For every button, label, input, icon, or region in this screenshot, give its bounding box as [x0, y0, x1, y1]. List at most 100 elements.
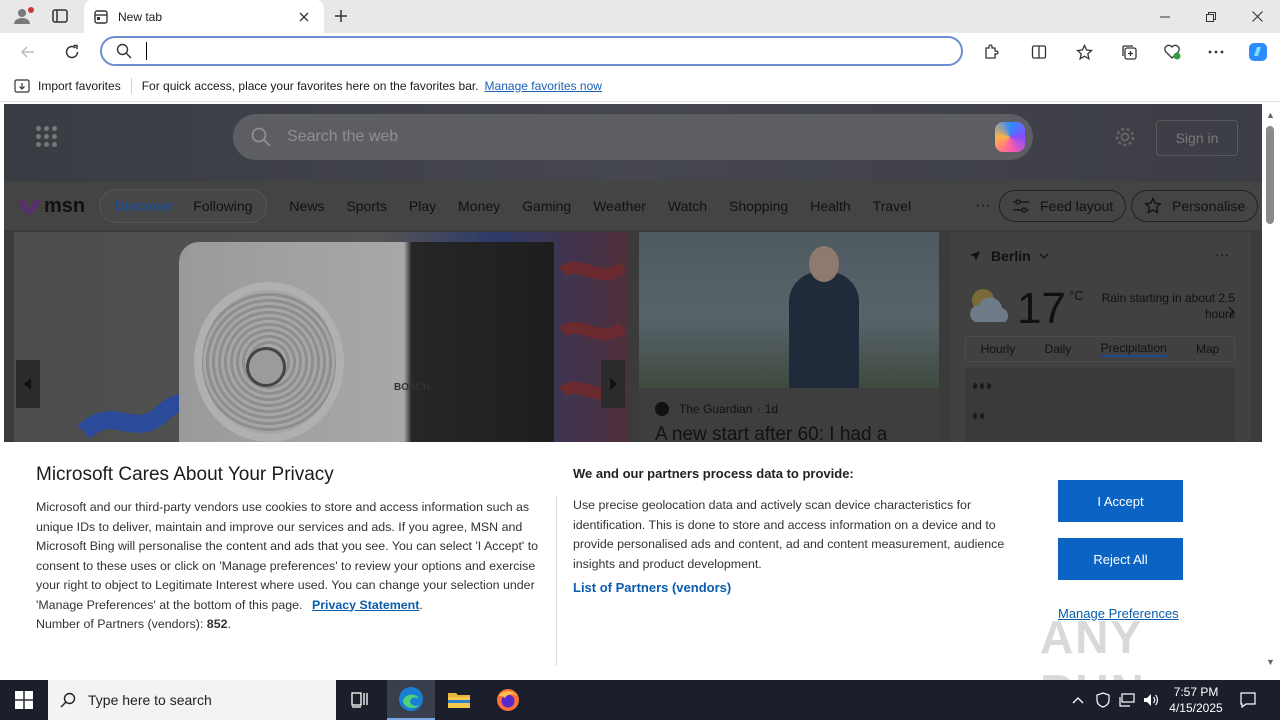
task-view-icon — [351, 692, 368, 708]
taskbar-clock[interactable]: 7:57 PM 4/15/2025 — [1164, 684, 1228, 716]
nav-news[interactable]: News — [289, 198, 324, 214]
msn-logo-text: msn — [44, 194, 86, 217]
hero-carousel-card[interactable]: BOSCH — [14, 232, 627, 452]
settings-more-button[interactable] — [1203, 39, 1229, 65]
page-scrollbar[interactable]: ▲ ▼ — [1262, 104, 1280, 676]
favorites-separator — [130, 77, 132, 94]
nav-shopping[interactable]: Shopping — [729, 198, 788, 214]
weather-temperature: 17 — [1017, 284, 1066, 333]
notification-center-button[interactable] — [1238, 690, 1258, 710]
task-view-button[interactable] — [336, 680, 384, 720]
weather-tab-map[interactable]: Map — [1196, 342, 1219, 356]
taskbar-edge[interactable] — [387, 680, 435, 720]
tray-volume[interactable] — [1141, 690, 1161, 710]
tab-discover[interactable]: Discover — [104, 198, 183, 214]
favorites-button[interactable] — [1071, 39, 1097, 65]
chevron-down-icon — [1039, 253, 1049, 259]
split-screen-button[interactable] — [1026, 39, 1052, 65]
feed-layout-button[interactable]: Feed layout — [999, 190, 1127, 222]
carousel-next-button[interactable] — [601, 360, 625, 408]
nav-play[interactable]: Play — [409, 198, 436, 214]
address-bar[interactable] — [100, 36, 963, 66]
tab-actions-icon — [52, 9, 68, 23]
tab-actions-button[interactable] — [48, 6, 72, 26]
web-search-box[interactable]: Search the web — [233, 114, 1033, 160]
carousel-prev-button[interactable] — [16, 360, 40, 408]
scroll-down-arrow-icon[interactable]: ▼ — [1266, 657, 1275, 667]
reject-all-button[interactable]: Reject All — [1058, 538, 1183, 580]
weather-more-button[interactable]: ··· — [1215, 246, 1229, 262]
consent-purposes: Use precise geolocation data and activel… — [573, 498, 1005, 571]
nav-weather[interactable]: Weather — [593, 198, 646, 214]
collections-button[interactable] — [1116, 39, 1142, 65]
privacy-statement-link[interactable]: Privacy Statement — [312, 598, 419, 612]
partners-count: 852 — [206, 617, 228, 631]
scroll-up-arrow-icon[interactable]: ▲ — [1266, 110, 1275, 120]
accept-button[interactable]: I Accept — [1058, 480, 1183, 522]
weather-tab-hourly[interactable]: Hourly — [981, 342, 1016, 356]
close-tab-button[interactable] — [294, 7, 314, 27]
chevron-up-icon — [1072, 697, 1084, 704]
split-screen-icon — [1031, 45, 1047, 59]
refresh-button[interactable] — [59, 39, 85, 65]
chevron-right-icon — [610, 378, 617, 390]
minimize-icon — [1160, 16, 1170, 17]
news-source-name: The Guardian — [679, 402, 753, 416]
puzzle-icon — [985, 44, 999, 59]
weather-location[interactable]: Berlin — [969, 248, 1049, 264]
copilot-icon[interactable] — [995, 122, 1025, 152]
taskbar-firefox[interactable] — [484, 680, 532, 720]
chevron-left-icon — [24, 378, 31, 390]
news-source: The Guardian · 1d — [655, 402, 939, 416]
chevron-right-icon[interactable] — [1228, 306, 1235, 318]
taskbar-search[interactable]: Type here to search — [48, 680, 336, 720]
clock-date: 4/15/2025 — [1169, 701, 1223, 715]
extensions-button[interactable] — [978, 39, 1004, 65]
address-input[interactable] — [159, 43, 939, 59]
nav-more-button[interactable]: ··· — [975, 197, 991, 215]
personalise-button[interactable]: Personalise — [1131, 190, 1259, 222]
new-tab-button[interactable] — [330, 5, 352, 27]
network-icon — [1119, 693, 1135, 707]
tray-security[interactable] — [1093, 690, 1113, 710]
import-favorites-button[interactable]: Import favorites — [14, 79, 121, 93]
tab-following[interactable]: Following — [183, 198, 262, 214]
close-window-button[interactable] — [1234, 0, 1280, 33]
tray-network[interactable] — [1117, 690, 1137, 710]
close-icon — [1251, 11, 1263, 22]
nav-health[interactable]: Health — [810, 198, 850, 214]
guardian-logo-icon — [655, 402, 669, 416]
nav-sports[interactable]: Sports — [346, 198, 386, 214]
profile-button[interactable] — [8, 4, 36, 28]
back-button[interactable] — [15, 39, 41, 65]
consent-body: Microsoft and our third-party vendors us… — [36, 500, 539, 631]
news-card[interactable]: The Guardian · 1d A new start after 60: … — [639, 232, 939, 452]
consent-subtitle: We and our partners process data to prov… — [573, 466, 854, 481]
collections-icon — [1121, 44, 1137, 60]
partners-list-link[interactable]: List of Partners (vendors) — [573, 580, 731, 595]
browser-essentials-button[interactable] — [1159, 39, 1185, 65]
weather-card[interactable]: Berlin ··· 17 °C Rain starting in about … — [951, 232, 1251, 452]
apps-launcher-icon[interactable] — [36, 126, 58, 148]
news-age: · 1d — [757, 402, 779, 416]
start-button[interactable] — [0, 680, 48, 720]
minimize-button[interactable] — [1142, 0, 1188, 33]
nav-gaming[interactable]: Gaming — [522, 198, 571, 214]
scrollbar-thumb[interactable] — [1266, 126, 1274, 224]
weather-tab-daily[interactable]: Daily — [1045, 342, 1072, 356]
speaker-icon — [1144, 694, 1158, 706]
nav-money[interactable]: Money — [458, 198, 500, 214]
import-favorites-label: Import favorites — [38, 78, 121, 93]
restore-button[interactable] — [1188, 0, 1234, 33]
manage-favorites-link[interactable]: Manage favorites now — [485, 79, 602, 93]
nav-watch[interactable]: Watch — [668, 198, 707, 214]
copilot-button[interactable] — [1245, 39, 1271, 65]
settings-button[interactable] — [1114, 126, 1138, 150]
nav-travel[interactable]: Travel — [873, 198, 911, 214]
taskbar-file-explorer[interactable] — [435, 680, 483, 720]
msn-logo[interactable]: msn — [16, 195, 85, 218]
tray-overflow-button[interactable] — [1068, 690, 1088, 710]
weather-tab-precipitation[interactable]: Precipitation — [1100, 341, 1167, 357]
sign-in-button[interactable]: Sign in — [1156, 120, 1238, 156]
tab-new-tab[interactable]: New tab — [84, 0, 324, 33]
